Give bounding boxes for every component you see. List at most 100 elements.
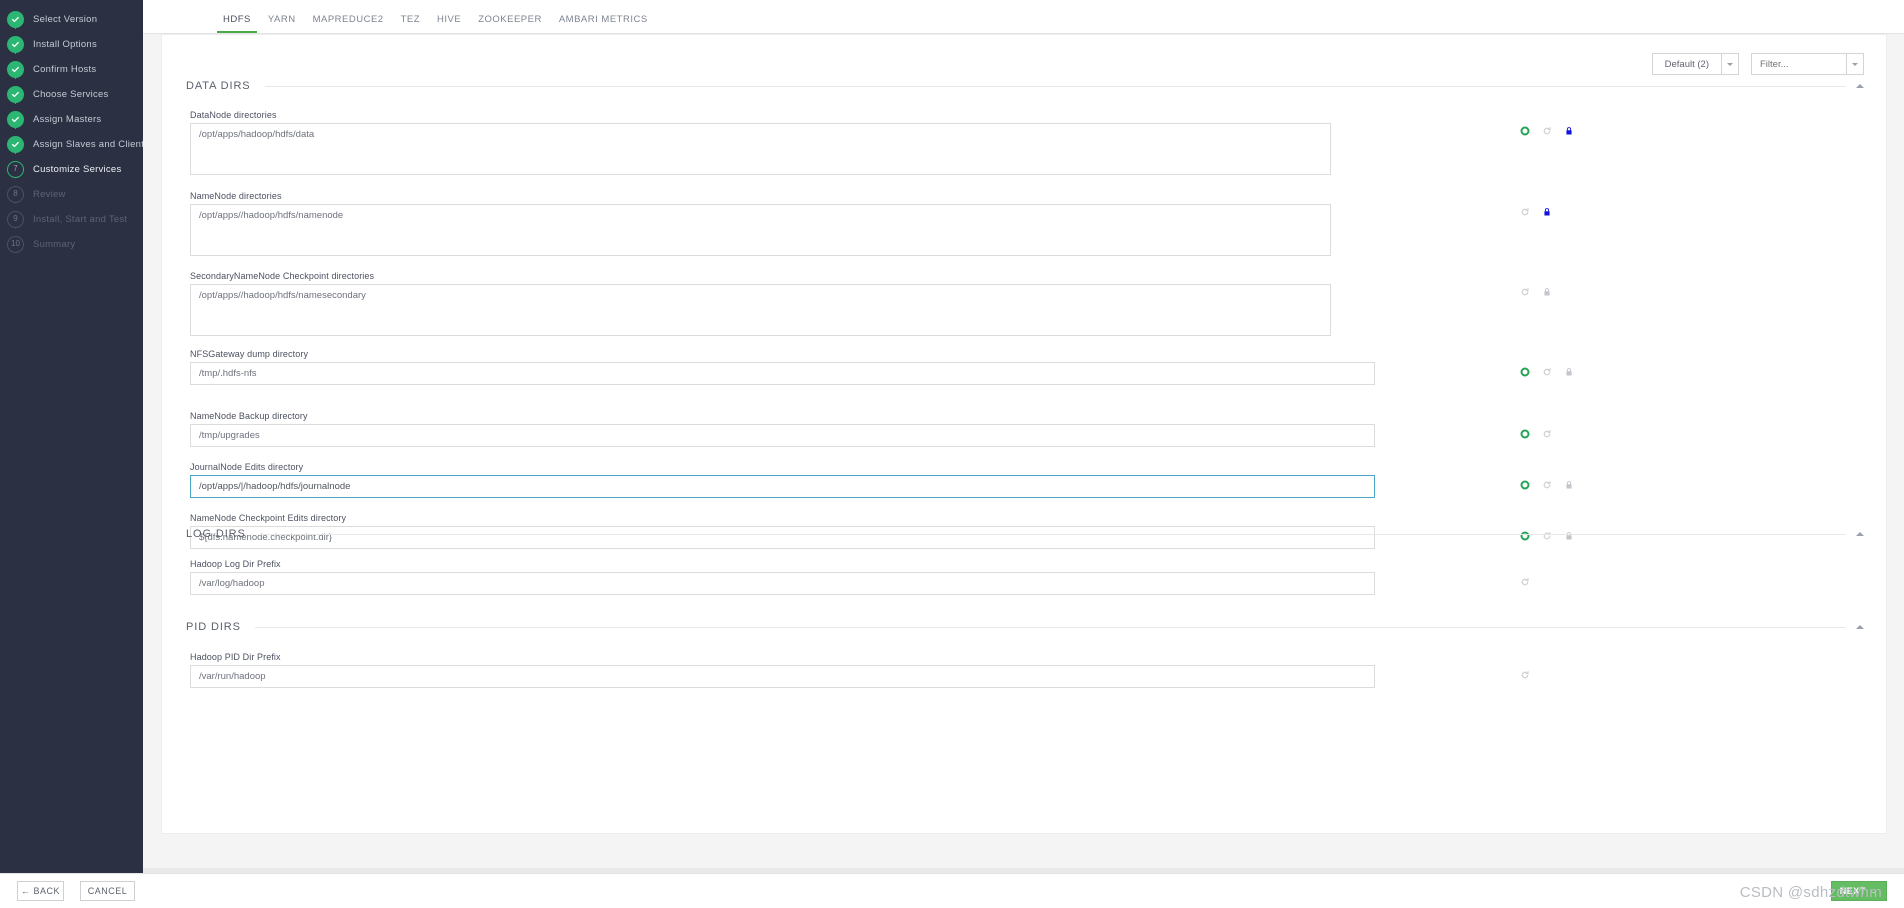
- lock-icon[interactable]: [1542, 287, 1552, 297]
- config-card: Default (2) DATA DIRS DataNode directorie…: [161, 34, 1887, 834]
- revert-icon[interactable]: [1542, 367, 1552, 377]
- service-tab-bar: HDFS YARN MAPREDUCE2 TEZ HIVE ZOOKEEPER AMBARI…: [143, 0, 1904, 34]
- section-header-data-dirs[interactable]: DATA DIRS: [162, 73, 1886, 99]
- section-title: DATA DIRS: [186, 80, 251, 92]
- back-button[interactable]: ← BACK: [17, 881, 64, 901]
- field-label: NFSGateway dump directory: [190, 349, 309, 359]
- revert-icon[interactable]: [1542, 126, 1552, 136]
- check-icon: [7, 10, 24, 28]
- revert-icon[interactable]: [1520, 670, 1530, 680]
- lock-icon[interactable]: [1564, 367, 1574, 377]
- config-group-select[interactable]: Default (2): [1651, 53, 1739, 75]
- chevron-up-icon[interactable]: [1856, 532, 1864, 536]
- field-input[interactable]: [190, 123, 1331, 175]
- chevron-up-icon[interactable]: [1856, 84, 1864, 88]
- sidebar-step-label: Confirm Hosts: [33, 63, 97, 75]
- tab-mapreduce2[interactable]: MAPREDUCE2: [307, 14, 390, 33]
- sidebar-step-label: Choose Services: [33, 88, 109, 100]
- field-input[interactable]: [190, 362, 1375, 385]
- field-input[interactable]: [190, 424, 1375, 447]
- check-icon: [7, 60, 24, 78]
- field-label: Hadoop Log Dir Prefix: [190, 559, 281, 569]
- check-icon: [7, 35, 24, 53]
- watermark: CSDN @sdhzdtwhm: [1739, 884, 1882, 901]
- override-circle-icon[interactable]: [1520, 126, 1530, 136]
- field-input[interactable]: [190, 204, 1331, 256]
- section-title: PID DIRS: [186, 621, 241, 633]
- section-divider: [259, 533, 1846, 535]
- override-circle-icon[interactable]: [1520, 367, 1530, 377]
- field-label: JournalNode Edits directory: [190, 462, 304, 472]
- field-label: DataNode directories: [190, 110, 277, 120]
- step-number: 9: [7, 210, 24, 228]
- config-field: Hadoop PID Dir Prefix: [162, 652, 1886, 688]
- sidebar-step-label: Assign Slaves and Clients: [33, 138, 150, 150]
- config-field: SecondaryNameNode Checkpoint directories: [162, 271, 1886, 336]
- field-icons: [1520, 670, 1530, 680]
- sidebar-step-label: Summary: [33, 238, 76, 250]
- field-icons: [1520, 577, 1530, 587]
- chevron-down-icon: [1852, 62, 1858, 66]
- sidebar-step-label: Assign Masters: [33, 113, 102, 125]
- cancel-button[interactable]: CANCEL: [80, 881, 135, 901]
- check-icon: [7, 85, 24, 103]
- sidebar-step-label: Customize Services: [33, 163, 122, 175]
- revert-icon[interactable]: [1520, 577, 1530, 587]
- config-field: JournalNode Edits directory: [162, 462, 1886, 498]
- filter-caret[interactable]: [1847, 53, 1864, 75]
- step-number: 8: [7, 185, 24, 203]
- section-title: LOG DIRS: [186, 528, 246, 540]
- tab-zookeeper[interactable]: ZOOKEEPER: [472, 14, 548, 33]
- field-label: NameNode directories: [190, 191, 282, 201]
- lock-icon[interactable]: [1564, 126, 1574, 136]
- field-icons: [1520, 126, 1574, 136]
- sidebar-step-label: Review: [33, 188, 66, 200]
- field-label: NameNode Backup directory: [190, 411, 308, 421]
- sidebar-step-summary: 10 Summary: [0, 229, 143, 259]
- chevron-down-icon: [1727, 62, 1733, 66]
- tab-hive[interactable]: HIVE: [431, 14, 467, 33]
- field-icons: [1520, 367, 1574, 377]
- tab-hdfs[interactable]: HDFS: [217, 14, 257, 33]
- field-label: SecondaryNameNode Checkpoint directories: [190, 271, 375, 281]
- config-field: NameNode directories: [162, 191, 1886, 256]
- wizard-footer: ← BACK CANCEL NEXT →: [0, 873, 1904, 908]
- check-icon: [7, 110, 24, 128]
- override-circle-icon[interactable]: [1520, 429, 1530, 439]
- filter-input[interactable]: [1751, 53, 1847, 75]
- tab-tez[interactable]: TEZ: [395, 14, 426, 33]
- revert-icon[interactable]: [1542, 429, 1552, 439]
- sidebar-step-label: Install, Start and Test: [33, 213, 128, 225]
- lock-icon[interactable]: [1542, 207, 1552, 217]
- field-input[interactable]: [190, 284, 1331, 336]
- section-header-pid-dirs[interactable]: PID DIRS: [162, 614, 1886, 640]
- tab-ambari-metrics[interactable]: AMBARI METRICS: [553, 14, 654, 33]
- config-field: NameNode Backup directory: [162, 411, 1886, 447]
- field-input[interactable]: [190, 475, 1375, 498]
- lock-icon[interactable]: [1564, 480, 1574, 490]
- step-number: 10: [7, 235, 24, 253]
- filter-control[interactable]: [1751, 53, 1864, 75]
- field-icons: [1520, 207, 1552, 217]
- config-toolbar: Default (2): [1640, 53, 1864, 75]
- section-divider: [264, 85, 1846, 87]
- revert-icon[interactable]: [1542, 480, 1552, 490]
- sidebar-step-label: Install Options: [33, 38, 97, 50]
- field-icons: [1520, 429, 1552, 439]
- revert-icon[interactable]: [1520, 287, 1530, 297]
- override-circle-icon[interactable]: [1520, 480, 1530, 490]
- field-input[interactable]: [190, 665, 1375, 688]
- wizard-sidebar: Select Version Install Options Confirm Hos…: [0, 0, 149, 873]
- check-icon: [7, 135, 24, 153]
- chevron-up-icon[interactable]: [1856, 625, 1864, 629]
- revert-icon[interactable]: [1520, 207, 1530, 217]
- step-number: 7: [7, 160, 24, 178]
- config-group-label: Default (2): [1651, 53, 1722, 75]
- section-header-log-dirs[interactable]: LOG DIRS: [162, 521, 1886, 547]
- field-icons: [1520, 480, 1574, 490]
- config-group-caret[interactable]: [1722, 53, 1739, 75]
- config-field: DataNode directories: [162, 110, 1886, 175]
- config-field: Hadoop Log Dir Prefix: [162, 559, 1886, 595]
- tab-yarn[interactable]: YARN: [262, 14, 302, 33]
- field-input[interactable]: [190, 572, 1375, 595]
